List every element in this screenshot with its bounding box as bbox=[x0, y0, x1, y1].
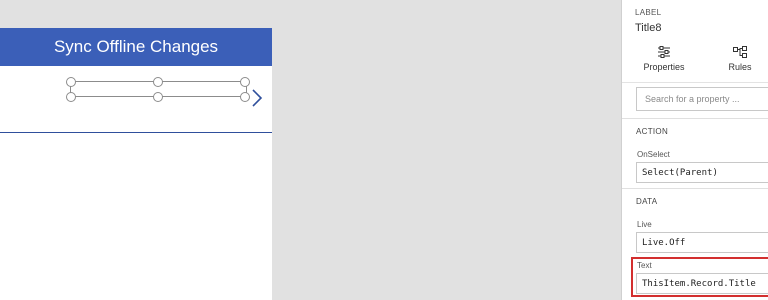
tab-properties-label: Properties bbox=[643, 62, 685, 72]
tab-properties[interactable]: Properties bbox=[636, 44, 692, 80]
tabs-divider bbox=[622, 82, 768, 83]
tab-rules[interactable]: Rules bbox=[722, 44, 758, 80]
tab-rules-label: Rules bbox=[728, 62, 752, 72]
chevron-right-icon[interactable] bbox=[250, 88, 264, 108]
resize-handle-top-left[interactable] bbox=[66, 77, 76, 87]
prop-field-live[interactable]: Live.Off bbox=[636, 232, 768, 253]
resize-handle-top-center[interactable] bbox=[153, 77, 163, 87]
sliders-icon bbox=[658, 46, 670, 58]
app-header: Sync Offline Changes bbox=[0, 28, 272, 66]
search-placeholder: Search for a property ... bbox=[645, 94, 740, 104]
control-type-caption: LABEL bbox=[635, 8, 662, 17]
gallery-row[interactable] bbox=[0, 66, 272, 133]
prop-label-live: Live bbox=[637, 220, 652, 229]
resize-handle-bottom-left[interactable] bbox=[66, 92, 76, 102]
prop-field-onselect[interactable]: Select(Parent) bbox=[636, 162, 768, 183]
page-title: Sync Offline Changes bbox=[53, 37, 219, 56]
prop-label-onselect: OnSelect bbox=[637, 150, 670, 159]
section-title-data: DATA bbox=[636, 197, 658, 206]
app-screen: Sync Offline Changes bbox=[0, 28, 272, 300]
section-title-action: ACTION bbox=[636, 127, 669, 136]
rules-flow-icon bbox=[733, 46, 747, 58]
resize-handle-top-right[interactable] bbox=[240, 77, 250, 87]
property-search-input[interactable]: Search for a property ... bbox=[636, 87, 768, 111]
control-name: Title8 bbox=[635, 22, 662, 34]
properties-panel: LABEL Title8 Properties Rules Search for… bbox=[621, 0, 768, 300]
section-divider bbox=[622, 118, 768, 119]
highlight-box bbox=[631, 257, 768, 297]
resize-handle-bottom-right[interactable] bbox=[240, 92, 250, 102]
section-divider bbox=[622, 188, 768, 189]
resize-handle-bottom-center[interactable] bbox=[153, 92, 163, 102]
